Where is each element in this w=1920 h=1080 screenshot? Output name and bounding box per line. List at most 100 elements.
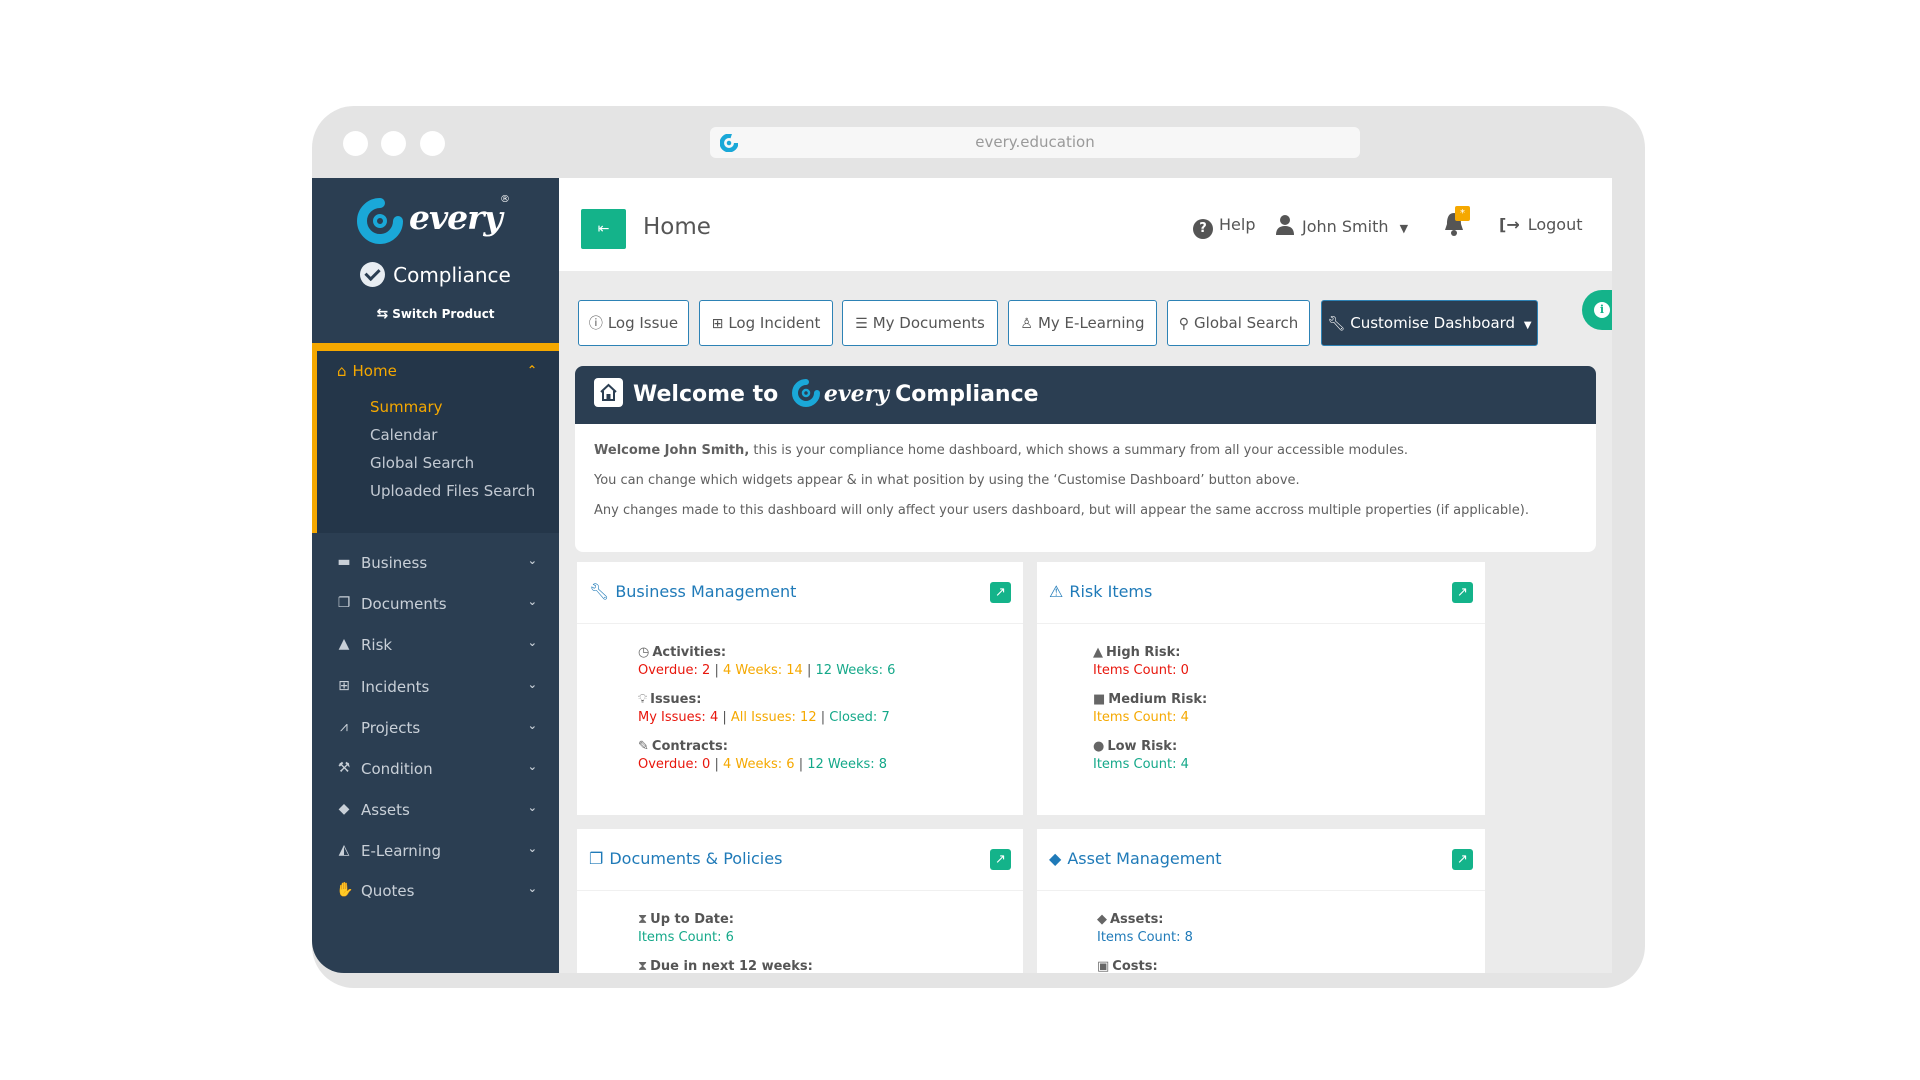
warning-outline-icon: ⚠ bbox=[1049, 582, 1064, 601]
separator: | bbox=[714, 757, 719, 772]
external-link-icon[interactable]: ↗ bbox=[990, 582, 1011, 603]
user-graduate-icon: ♙ bbox=[1020, 316, 1033, 332]
sidebar-subitem-global-search[interactable]: Global Search bbox=[370, 454, 474, 472]
user-menu[interactable]: John Smith ▼ bbox=[1276, 215, 1408, 236]
costs-label: ▣ Costs: bbox=[1097, 959, 1158, 973]
sidebar-item-assets[interactable]: ◆ Assets ⌄ bbox=[312, 792, 559, 832]
switch-arrows-icon: ⇆ bbox=[376, 306, 389, 322]
issues-mine[interactable]: My Issues: 4 bbox=[638, 710, 718, 725]
sidebar-subitem-calendar[interactable]: Calendar bbox=[370, 426, 437, 444]
tag-icon: ◆ bbox=[1097, 912, 1107, 927]
welcome-header: Welcome to every Compliance bbox=[575, 366, 1596, 424]
contracts-overdue[interactable]: Overdue: 0 bbox=[638, 757, 710, 772]
global-search-button[interactable]: ⚲ Global Search bbox=[1167, 300, 1310, 346]
switch-product-link[interactable]: ⇆ Switch Product bbox=[312, 306, 559, 322]
caret-down-icon: ▼ bbox=[1523, 320, 1532, 331]
button-label: My E-Learning bbox=[1037, 314, 1145, 332]
button-label: Log Incident bbox=[728, 314, 821, 332]
address-bar[interactable]: every.education bbox=[710, 127, 1360, 158]
widget-documents-policies: ❐ Documents & Policies ↗ ⧗ Up to Date: Ite… bbox=[577, 829, 1023, 973]
assets-label: ◆ Assets: bbox=[1097, 912, 1164, 927]
sidebar-item-documents[interactable]: ❐ Documents ⌄ bbox=[312, 586, 559, 626]
sidebar-item-home[interactable]: ⌂ Home bbox=[337, 362, 397, 380]
caret-down-icon: ▼ bbox=[1399, 222, 1409, 235]
sidebar-item-label: Risk bbox=[361, 636, 393, 654]
logout-label: Logout bbox=[1527, 215, 1583, 234]
info-icon: i bbox=[1594, 302, 1610, 318]
home-icon: ⌂ bbox=[337, 362, 347, 380]
welcome-title-brand: every bbox=[823, 381, 890, 407]
clock-icon: ◷ bbox=[638, 645, 650, 660]
widget-title[interactable]: 🔧︎ Business Management bbox=[589, 582, 796, 601]
window-control-close[interactable] bbox=[343, 131, 368, 156]
customise-dashboard-button[interactable]: 🔧︎ Customise Dashboard ▼ bbox=[1321, 300, 1538, 346]
low-risk-count[interactable]: Items Count: 4 bbox=[1093, 757, 1207, 772]
activities-12-weeks[interactable]: 12 Weeks: 6 bbox=[816, 663, 896, 678]
widget-title[interactable]: ◆ Asset Management bbox=[1049, 849, 1222, 868]
welcome-line-1: Welcome John Smith, this is your complia… bbox=[594, 442, 1529, 459]
sidebar-item-projects[interactable]: ⩘ Projects ⌄ bbox=[312, 710, 559, 750]
widget-asset-management: ◆ Asset Management ↗ ◆ Assets: Items Count… bbox=[1037, 829, 1485, 973]
external-link-icon[interactable]: ↗ bbox=[1452, 849, 1473, 870]
issues-all[interactable]: All Issues: 12 bbox=[731, 710, 817, 725]
tags-icon: ◆ bbox=[1049, 849, 1062, 868]
product-label: Compliance bbox=[393, 263, 511, 287]
issues-closed[interactable]: Closed: 7 bbox=[829, 710, 889, 725]
medium-risk-count[interactable]: Items Count: 4 bbox=[1093, 710, 1207, 725]
collapse-left-icon: ⇤ bbox=[597, 221, 610, 237]
sidebar-item-condition[interactable]: ⚒ Condition ⌄ bbox=[312, 751, 559, 791]
contracts-4-weeks[interactable]: 4 Weeks: 6 bbox=[723, 757, 795, 772]
sidebar-item-e-learning[interactable]: ◭ E-Learning ⌄ bbox=[312, 833, 559, 873]
briefcase-icon: ▬ bbox=[337, 554, 351, 570]
sidebar-item-incidents[interactable]: ⊞ Incidents ⌄ bbox=[312, 669, 559, 709]
chevron-up-icon[interactable]: ⌃ bbox=[527, 363, 537, 377]
sidebar-item-label: Incidents bbox=[361, 678, 430, 696]
widget-title[interactable]: ⚠ Risk Items bbox=[1049, 582, 1152, 601]
window-control-minimize[interactable] bbox=[381, 131, 406, 156]
sidebar-item-quotes[interactable]: ✋ Quotes ⌄ bbox=[312, 873, 559, 913]
sidebar-subitem-summary[interactable]: Summary bbox=[370, 398, 443, 416]
browser-titlebar: every.education bbox=[312, 106, 1645, 178]
widget-business-management: 🔧︎ Business Management ↗ ◷ Activities: Ove… bbox=[577, 562, 1023, 815]
activities-overdue[interactable]: Overdue: 2 bbox=[638, 663, 710, 678]
sidebar-item-risk[interactable]: ▲ Risk ⌄ bbox=[312, 627, 559, 667]
help-link[interactable]: ? Help bbox=[1193, 215, 1255, 239]
window-control-maximize[interactable] bbox=[420, 131, 445, 156]
assets-count[interactable]: Items Count: 8 bbox=[1097, 930, 1193, 945]
welcome-title: Welcome to every Compliance bbox=[633, 379, 1039, 407]
chevron-down-icon: ⌄ bbox=[527, 595, 537, 608]
chevron-down-icon: ⌄ bbox=[527, 719, 537, 732]
widget-title[interactable]: ❐ Documents & Policies bbox=[589, 849, 782, 868]
wrench-icon: 🔧︎ bbox=[1327, 316, 1346, 332]
sidebar-item-business[interactable]: ▬ Business ⌄ bbox=[312, 545, 559, 585]
main-content: ⇤ Home ? Help John Smith ▼ * [→ Logout ⓘ… bbox=[559, 178, 1612, 973]
contracts-12-weeks[interactable]: 12 Weeks: 8 bbox=[807, 757, 887, 772]
active-section-bar bbox=[312, 343, 559, 351]
log-issue-button[interactable]: ⓘ Log Issue bbox=[578, 300, 689, 346]
widget-header: 🔧︎ Business Management ↗ bbox=[577, 562, 1023, 624]
registered-mark: ® bbox=[500, 194, 510, 205]
high-risk-count[interactable]: Items Count: 0 bbox=[1093, 663, 1207, 678]
logout-link[interactable]: [→ Logout bbox=[1449, 215, 1583, 234]
widget-body: ⧗ Up to Date: Items Count: 6 ⧗ Due in next… bbox=[638, 912, 813, 973]
external-link-icon[interactable]: ↗ bbox=[990, 849, 1011, 870]
chevron-down-icon: ⌄ bbox=[527, 882, 537, 895]
up-to-date-count[interactable]: Items Count: 6 bbox=[638, 930, 813, 945]
my-documents-button[interactable]: ☰ My Documents bbox=[842, 300, 998, 346]
sidebar: every ® Compliance ⇆ Switch Product ⌂ Home… bbox=[312, 178, 559, 973]
sidebar-item-label: Home bbox=[352, 362, 397, 380]
search-icon: ⚲ bbox=[1178, 316, 1190, 332]
welcome-title-suffix: Compliance bbox=[895, 382, 1039, 407]
hourglass-icon: ⧗ bbox=[638, 959, 648, 973]
sidebar-subitem-uploaded-files-search[interactable]: Uploaded Files Search bbox=[370, 482, 535, 500]
button-label: Log Issue bbox=[607, 314, 679, 332]
sidebar-toggle-button[interactable]: ⇤ bbox=[581, 209, 626, 249]
my-e-learning-button[interactable]: ♙ My E-Learning bbox=[1008, 300, 1157, 346]
log-incident-button[interactable]: ⊞ Log Incident bbox=[699, 300, 833, 346]
activities-4-weeks[interactable]: 4 Weeks: 14 bbox=[723, 663, 803, 678]
issues-label: 💡︎ Issues: bbox=[638, 692, 702, 707]
sidebar-group-home: ⌂ Home ⌃ Summary Calendar Global Search U… bbox=[312, 351, 559, 533]
external-link-icon[interactable]: ↗ bbox=[1452, 582, 1473, 603]
brand-wordmark: every bbox=[409, 198, 503, 237]
sidebar-item-label: E-Learning bbox=[361, 842, 442, 860]
